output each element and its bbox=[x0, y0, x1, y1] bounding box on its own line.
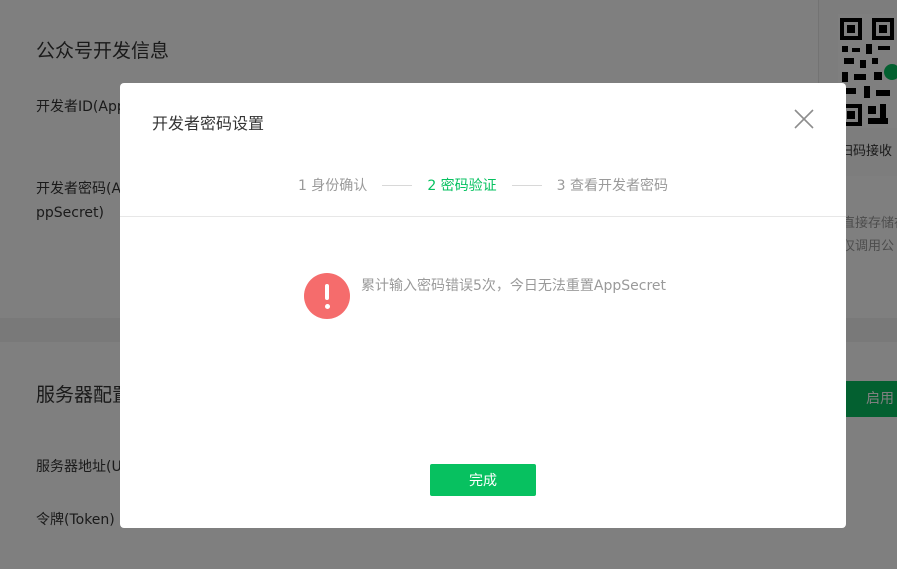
error-message: 累计输入密码错误5次，今日无法重置AppSecret bbox=[304, 273, 666, 319]
dialog-title: 开发者密码设置 bbox=[152, 114, 265, 133]
exclamation-circle-icon bbox=[304, 273, 350, 319]
step-password-verify: 2 密码验证 bbox=[427, 178, 497, 194]
error-text: 累计输入密码错误5次，今日无法重置AppSecret bbox=[361, 278, 667, 294]
dialog-divider bbox=[120, 216, 846, 217]
step-connector bbox=[382, 184, 413, 186]
developer-password-dialog: 开发者密码设置 1 身份确认 2 密码验证 3 查看开发者密码 累计输入密码错误… bbox=[120, 83, 846, 528]
step-identity: 1 身份确认 bbox=[297, 178, 368, 194]
done-button[interactable]: 完成 bbox=[430, 464, 536, 496]
page: 公众号开发信息 开发者ID(App 开发者密码(AppSecret) 扫码接收 … bbox=[0, 0, 897, 569]
step-view-password: 3 查看开发者密码 bbox=[556, 178, 669, 194]
close-button[interactable] bbox=[792, 107, 816, 131]
step-indicator: 1 身份确认 2 密码验证 3 查看开发者密码 bbox=[120, 175, 846, 195]
step-connector bbox=[511, 184, 542, 186]
close-icon bbox=[794, 109, 814, 129]
